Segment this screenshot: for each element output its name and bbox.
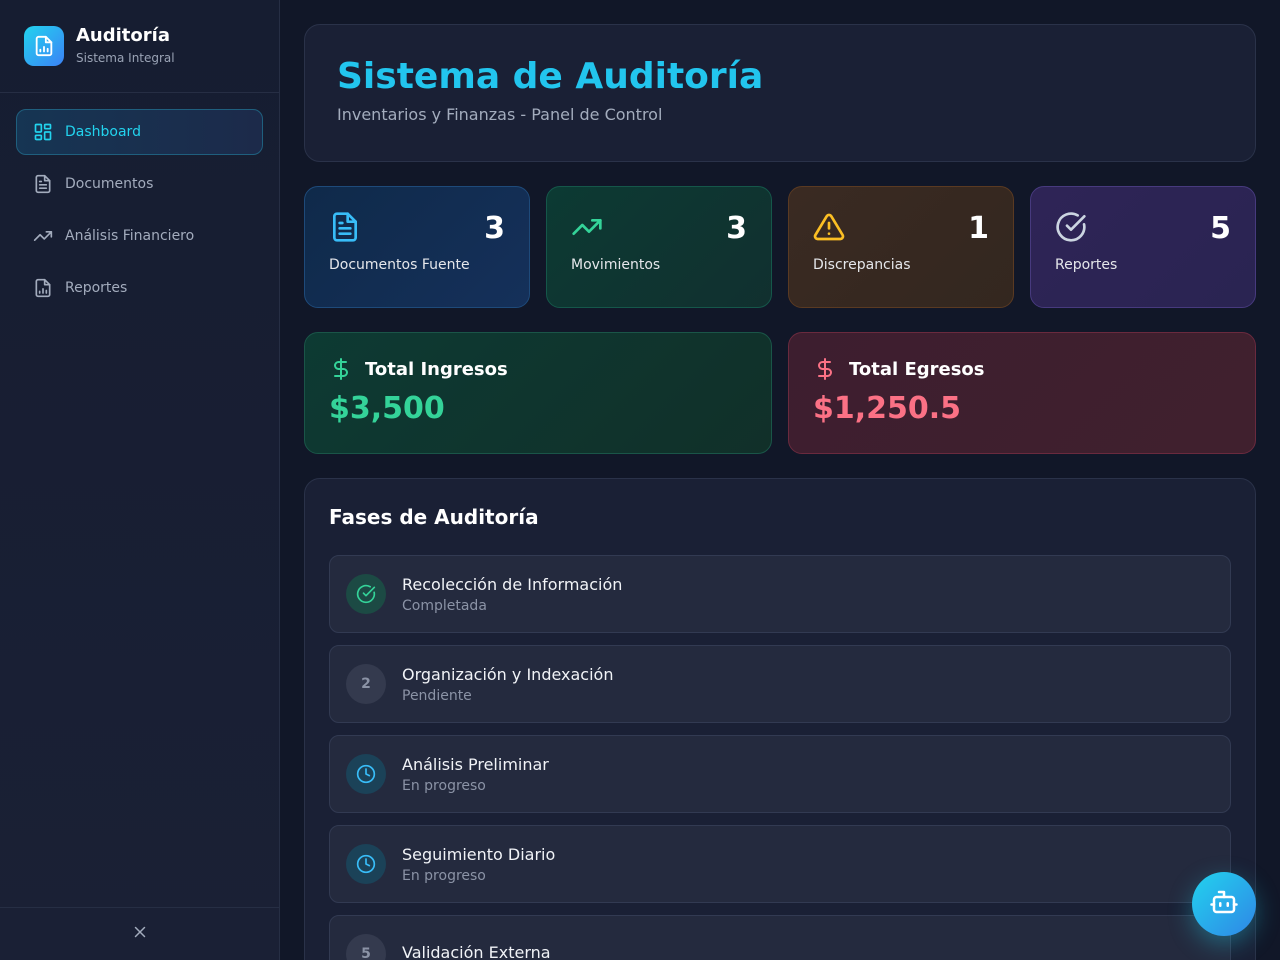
sidebar-item-documentos[interactable]: Documentos <box>16 161 263 207</box>
report-logo-icon <box>24 26 64 66</box>
totals-row: Total Ingresos $3,500 Total Egresos $1,2… <box>304 332 1256 454</box>
dollar-icon <box>813 357 837 381</box>
total-value: $3,500 <box>329 391 445 426</box>
warning-icon <box>813 211 845 243</box>
header-card: Sistema de Auditoría Inventarios y Finan… <box>304 24 1256 162</box>
stat-value: 3 <box>726 211 747 246</box>
sidebar-item-label: Análisis Financiero <box>65 228 195 244</box>
phase-name: Validación Externa <box>402 942 551 960</box>
stat-card-discrepancias[interactable]: 1 Discrepancias <box>788 186 1014 308</box>
stat-label: Documentos Fuente <box>329 257 470 273</box>
total-value: $1,250.5 <box>813 391 962 426</box>
total-ingresos-card: Total Ingresos $3,500 <box>304 332 772 454</box>
sidebar: Auditoría Sistema Integral Dashboard Doc… <box>0 0 280 960</box>
trending-up-icon <box>33 226 53 246</box>
dollar-icon <box>329 357 353 381</box>
phase-number-badge: 5 <box>346 934 386 960</box>
total-label: Total Ingresos <box>365 358 508 380</box>
stat-card-reportes[interactable]: 5 Reportes <box>1030 186 1256 308</box>
stat-label: Discrepancias <box>813 257 911 273</box>
phase-name: Análisis Preliminar <box>402 754 549 774</box>
trending-up-icon <box>571 211 603 243</box>
sidebar-item-analisis-financiero[interactable]: Análisis Financiero <box>16 213 263 259</box>
sidebar-item-reportes[interactable]: Reportes <box>16 265 263 311</box>
phase-status: En progreso <box>402 777 486 794</box>
phase-status: En progreso <box>402 867 486 884</box>
sidebar-item-label: Documentos <box>65 176 154 192</box>
sidebar-item-label: Dashboard <box>65 124 141 140</box>
phase-number-badge: 2 <box>346 664 386 704</box>
file-text-icon <box>329 211 361 243</box>
close-icon[interactable] <box>131 923 149 945</box>
dashboard-icon <box>33 122 53 142</box>
assistant-bot-button[interactable] <box>1192 872 1256 936</box>
phases-title: Fases de Auditoría <box>329 505 539 529</box>
brand-subtitle: Sistema Integral <box>76 51 175 65</box>
phase-name: Organización y Indexación <box>402 664 614 684</box>
brand-title: Auditoría <box>76 25 170 46</box>
sidebar-footer <box>0 907 279 960</box>
list-item[interactable]: Análisis Preliminar En progreso <box>329 735 1231 813</box>
report-icon <box>33 278 53 298</box>
sidebar-nav: Dashboard Documentos Análisis Financiero… <box>0 93 279 333</box>
stat-label: Movimientos <box>571 257 661 273</box>
clock-icon <box>346 754 386 794</box>
sidebar-item-dashboard[interactable]: Dashboard <box>16 109 263 155</box>
stat-card-movimientos[interactable]: 3 Movimientos <box>546 186 772 308</box>
bot-icon <box>1209 887 1239 921</box>
phase-status: Pendiente <box>402 687 472 704</box>
phase-name: Seguimiento Diario <box>402 844 556 864</box>
audit-phases-panel: Fases de Auditoría Recolección de Inform… <box>304 478 1256 960</box>
clock-icon <box>346 844 386 884</box>
sidebar-item-label: Reportes <box>65 280 128 296</box>
stat-value: 1 <box>968 211 989 246</box>
stats-row: 3 Documentos Fuente 3 Movimientos 1 Disc… <box>304 186 1256 308</box>
check-circle-icon <box>346 574 386 614</box>
list-item[interactable]: 5 Validación Externa <box>329 915 1231 960</box>
app-root: Auditoría Sistema Integral Dashboard Doc… <box>0 0 1280 960</box>
stat-value: 3 <box>484 211 505 246</box>
check-circle-icon <box>1055 211 1087 243</box>
total-egresos-card: Total Egresos $1,250.5 <box>788 332 1256 454</box>
list-item[interactable]: 2 Organización y Indexación Pendiente <box>329 645 1231 723</box>
document-icon <box>33 174 53 194</box>
stat-label: Reportes <box>1055 257 1118 273</box>
brand: Auditoría Sistema Integral <box>0 0 279 93</box>
page-subtitle: Inventarios y Finanzas - Panel de Contro… <box>337 105 663 124</box>
page-title: Sistema de Auditoría <box>337 56 764 97</box>
phase-status: Completada <box>402 597 487 614</box>
phase-name: Recolección de Información <box>402 574 623 594</box>
main-content: Sistema de Auditoría Inventarios y Finan… <box>280 0 1280 960</box>
stat-card-documentos[interactable]: 3 Documentos Fuente <box>304 186 530 308</box>
total-label: Total Egresos <box>849 358 985 380</box>
list-item[interactable]: Seguimiento Diario En progreso <box>329 825 1231 903</box>
stat-value: 5 <box>1210 211 1231 246</box>
list-item[interactable]: Recolección de Información Completada <box>329 555 1231 633</box>
